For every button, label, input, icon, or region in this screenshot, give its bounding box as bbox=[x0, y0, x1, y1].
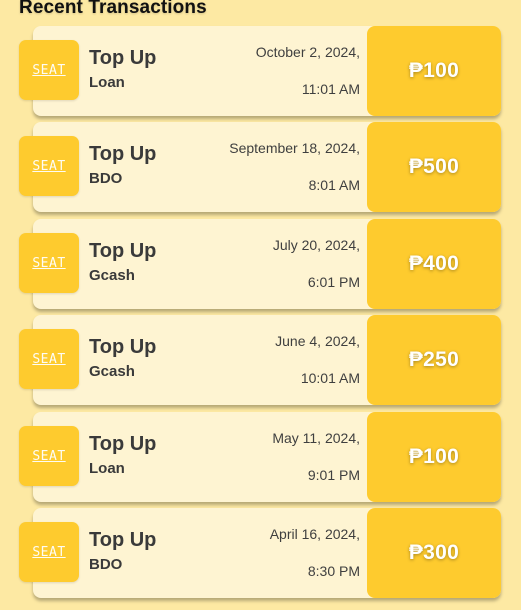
seat-logo-text: SEAT bbox=[32, 544, 66, 560]
transaction-card[interactable]: SEAT Top Up Gcash July 20, 2024, 6:01 PM… bbox=[19, 219, 501, 309]
transaction-date: May 11, 2024, bbox=[272, 430, 360, 446]
transaction-source: Loan bbox=[89, 460, 125, 477]
transaction-card[interactable]: SEAT Top Up Loan May 11, 2024, 9:01 PM ₱… bbox=[19, 412, 501, 502]
seat-logo: SEAT bbox=[19, 136, 79, 196]
seat-logo: SEAT bbox=[19, 329, 79, 389]
transaction-date: September 18, 2024, bbox=[229, 140, 360, 156]
seat-logo: SEAT bbox=[19, 426, 79, 486]
transaction-source: BDO bbox=[89, 556, 123, 573]
seat-logo-text: SEAT bbox=[32, 62, 66, 78]
transaction-date: October 2, 2024, bbox=[255, 44, 360, 60]
transaction-time: 11:01 AM bbox=[301, 81, 360, 97]
transaction-amount: ₱500 bbox=[367, 122, 501, 212]
seat-logo: SEAT bbox=[19, 522, 79, 582]
transaction-type: Top Up bbox=[89, 336, 157, 358]
seat-logo: SEAT bbox=[19, 40, 79, 100]
seat-logo-text: SEAT bbox=[32, 255, 66, 271]
transaction-date: July 20, 2024, bbox=[272, 237, 360, 253]
transaction-time: 8:30 PM bbox=[307, 563, 360, 579]
seat-logo-text: SEAT bbox=[32, 158, 66, 174]
transaction-card[interactable]: SEAT Top Up Gcash June 4, 2024, 10:01 AM… bbox=[19, 315, 501, 405]
transaction-time: 10:01 AM bbox=[300, 370, 360, 386]
transaction-amount: ₱250 bbox=[367, 315, 501, 405]
seat-logo: SEAT bbox=[19, 233, 79, 293]
transaction-card[interactable]: SEAT Top Up Loan October 2, 2024, 11:01 … bbox=[19, 26, 501, 116]
transaction-amount: ₱100 bbox=[367, 412, 501, 502]
transaction-time: 9:01 PM bbox=[307, 467, 360, 483]
transaction-card[interactable]: SEAT Top Up BDO September 18, 2024, 8:01… bbox=[19, 122, 501, 212]
seat-logo-text: SEAT bbox=[32, 448, 66, 464]
transaction-time: 6:01 PM bbox=[307, 274, 360, 290]
transaction-date: April 16, 2024, bbox=[269, 526, 360, 542]
transaction-amount: ₱100 bbox=[367, 26, 501, 116]
transaction-type: Top Up bbox=[89, 47, 157, 69]
transaction-source: Gcash bbox=[89, 363, 135, 380]
transaction-time: 8:01 AM bbox=[308, 177, 360, 193]
transaction-date: June 4, 2024, bbox=[275, 333, 360, 349]
transaction-source: BDO bbox=[89, 170, 123, 187]
transaction-source: Gcash bbox=[89, 267, 135, 284]
transaction-source: Loan bbox=[89, 74, 125, 91]
transaction-amount: ₱300 bbox=[367, 508, 501, 598]
transaction-amount: ₱400 bbox=[367, 219, 501, 309]
transaction-list: SEAT Top Up Loan October 2, 2024, 11:01 … bbox=[0, 0, 521, 610]
transaction-card[interactable]: SEAT Top Up BDO April 16, 2024, 8:30 PM … bbox=[19, 508, 501, 598]
transaction-type: Top Up bbox=[89, 433, 157, 455]
transaction-type: Top Up bbox=[89, 240, 157, 262]
seat-logo-text: SEAT bbox=[32, 351, 66, 367]
transaction-type: Top Up bbox=[89, 143, 157, 165]
transaction-type: Top Up bbox=[89, 529, 157, 551]
